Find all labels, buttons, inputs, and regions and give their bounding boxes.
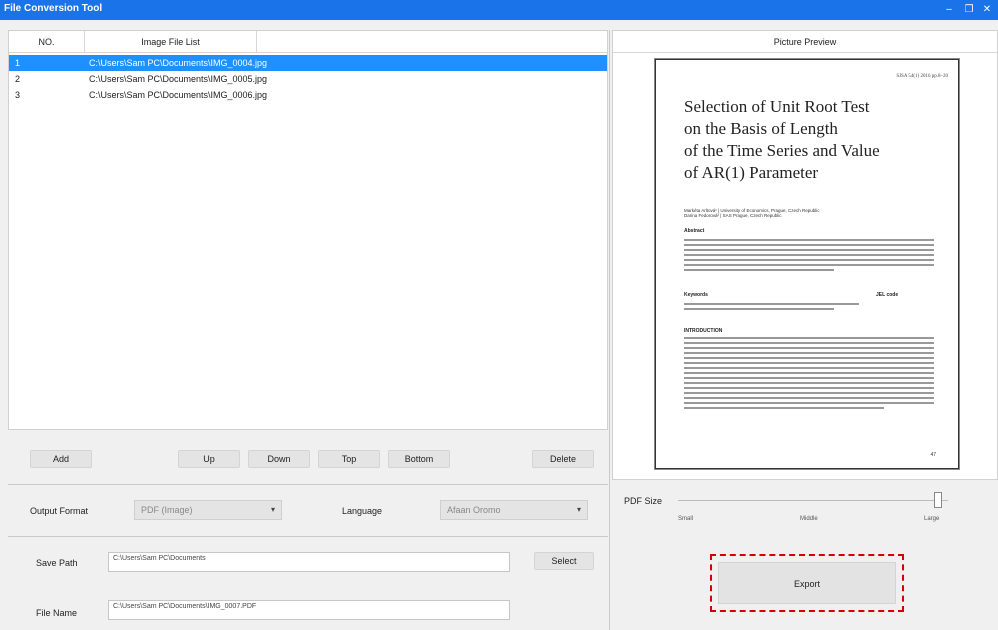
table-row[interactable]: 1 C:\Users\Sam PC\Documents\IMG_0004.jpg (9, 55, 607, 71)
row-number: 3 (15, 90, 21, 100)
row-number: 2 (15, 74, 21, 84)
doc-intro-text (684, 334, 934, 409)
pdf-size-tick: Small (678, 516, 694, 522)
chevron-down-icon: ▾ (270, 505, 275, 514)
output-format-value: PDF (Image) (141, 505, 193, 515)
export-panel: Export (612, 540, 998, 630)
row-path: C:\Users\Sam PC\Documents\IMG_0004.jpg (89, 58, 268, 68)
output-format-label: Output Format (30, 506, 89, 516)
doc-title-line: of AR(1) Parameter (684, 163, 819, 182)
preview-title: Picture Preview (613, 31, 997, 53)
close-icon[interactable]: ✕ (978, 2, 996, 18)
doc-author-line: Darina Fedorová² | SAS Prague, Czech Rep… (684, 213, 782, 218)
restore-icon[interactable]: ❐ (960, 2, 978, 18)
language-label: Language (342, 506, 383, 516)
output-settings: Output Format PDF (Image) ▾ Language Afa… (8, 488, 608, 532)
column-header-file[interactable]: Image File List (85, 31, 257, 53)
row-number: 1 (15, 58, 21, 68)
doc-title-line: Selection of Unit Root Test (684, 97, 870, 116)
row-path: C:\Users\Sam PC\Documents\IMG_0006.jpg (89, 90, 268, 100)
bottom-button[interactable]: Bottom (388, 450, 450, 468)
pdf-size-label: PDF Size (624, 496, 663, 506)
table-row[interactable]: 3 C:\Users\Sam PC\Documents\IMG_0006.jpg (9, 87, 607, 103)
language-select[interactable]: Afaan Oromo ▾ (440, 500, 588, 520)
language-value: Afaan Oromo (447, 505, 501, 515)
file-name-label: File Name (36, 608, 78, 618)
doc-title-line: on the Basis of Length (684, 119, 838, 138)
doc-title-line: of the Time Series and Value (684, 141, 880, 160)
doc-keywords-label: Keywords (684, 292, 708, 298)
table-header: NO. Image File List (9, 31, 607, 53)
divider (609, 30, 610, 630)
export-highlight: Export (710, 554, 904, 612)
doc-page-number: 47 (930, 452, 936, 458)
window-title: File Conversion Tool (4, 3, 103, 14)
delete-button[interactable]: Delete (532, 450, 594, 468)
pdf-size-control: PDF Size Small Middle Large (612, 488, 998, 532)
up-button[interactable]: Up (178, 450, 240, 468)
output-format-select[interactable]: PDF (Image) ▾ (134, 500, 282, 520)
divider (8, 484, 608, 485)
picture-preview-panel: Picture Preview SJSA 54(1) 2016 pp.8–20 … (612, 30, 998, 480)
doc-abstract-label: Abstract (684, 228, 705, 234)
chevron-down-icon: ▾ (576, 505, 581, 514)
select-button[interactable]: Select (534, 552, 594, 570)
down-button[interactable]: Down (248, 450, 310, 468)
save-settings: Save Path C:\Users\Sam PC\Documents Sele… (8, 540, 608, 630)
export-button[interactable]: Export (718, 562, 896, 604)
title-bar: File Conversion Tool – ❐ ✕ (0, 0, 998, 20)
row-path: C:\Users\Sam PC\Documents\IMG_0005.jpg (89, 74, 268, 84)
doc-abstract-text (684, 236, 934, 271)
table-row[interactable]: 2 C:\Users\Sam PC\Documents\IMG_0005.jpg (9, 71, 607, 87)
pdf-size-tick: Middle (800, 516, 818, 522)
pdf-size-tick: Large (924, 516, 940, 522)
minimize-icon[interactable]: – (940, 2, 958, 18)
save-path-input[interactable]: C:\Users\Sam PC\Documents (108, 552, 510, 572)
doc-jel-label: JEL code (876, 292, 899, 298)
image-file-list[interactable]: NO. Image File List 1 C:\Users\Sam PC\Do… (8, 30, 608, 430)
document-preview-image: SJSA 54(1) 2016 pp.8–20 Selection of Uni… (655, 59, 959, 469)
doc-authors: Markéta Arltová¹ | University of Economi… (684, 208, 819, 218)
list-button-bar: Add Up Down Top Bottom Delete (8, 440, 608, 480)
column-header-no[interactable]: NO. (9, 31, 85, 53)
add-button[interactable]: Add (30, 450, 92, 468)
doc-header: SJSA 54(1) 2016 pp.8–20 (896, 74, 948, 79)
file-name-input[interactable]: C:\Users\Sam PC\Documents\IMG_0007.PDF (108, 600, 510, 620)
save-path-label: Save Path (36, 558, 78, 568)
pdf-size-slider-track[interactable] (678, 500, 948, 501)
divider (8, 536, 608, 537)
pdf-size-slider-thumb[interactable] (934, 492, 942, 508)
doc-title: Selection of Unit Root Test on the Basis… (684, 96, 924, 184)
top-button[interactable]: Top (318, 450, 380, 468)
doc-keywords-text (684, 300, 934, 310)
